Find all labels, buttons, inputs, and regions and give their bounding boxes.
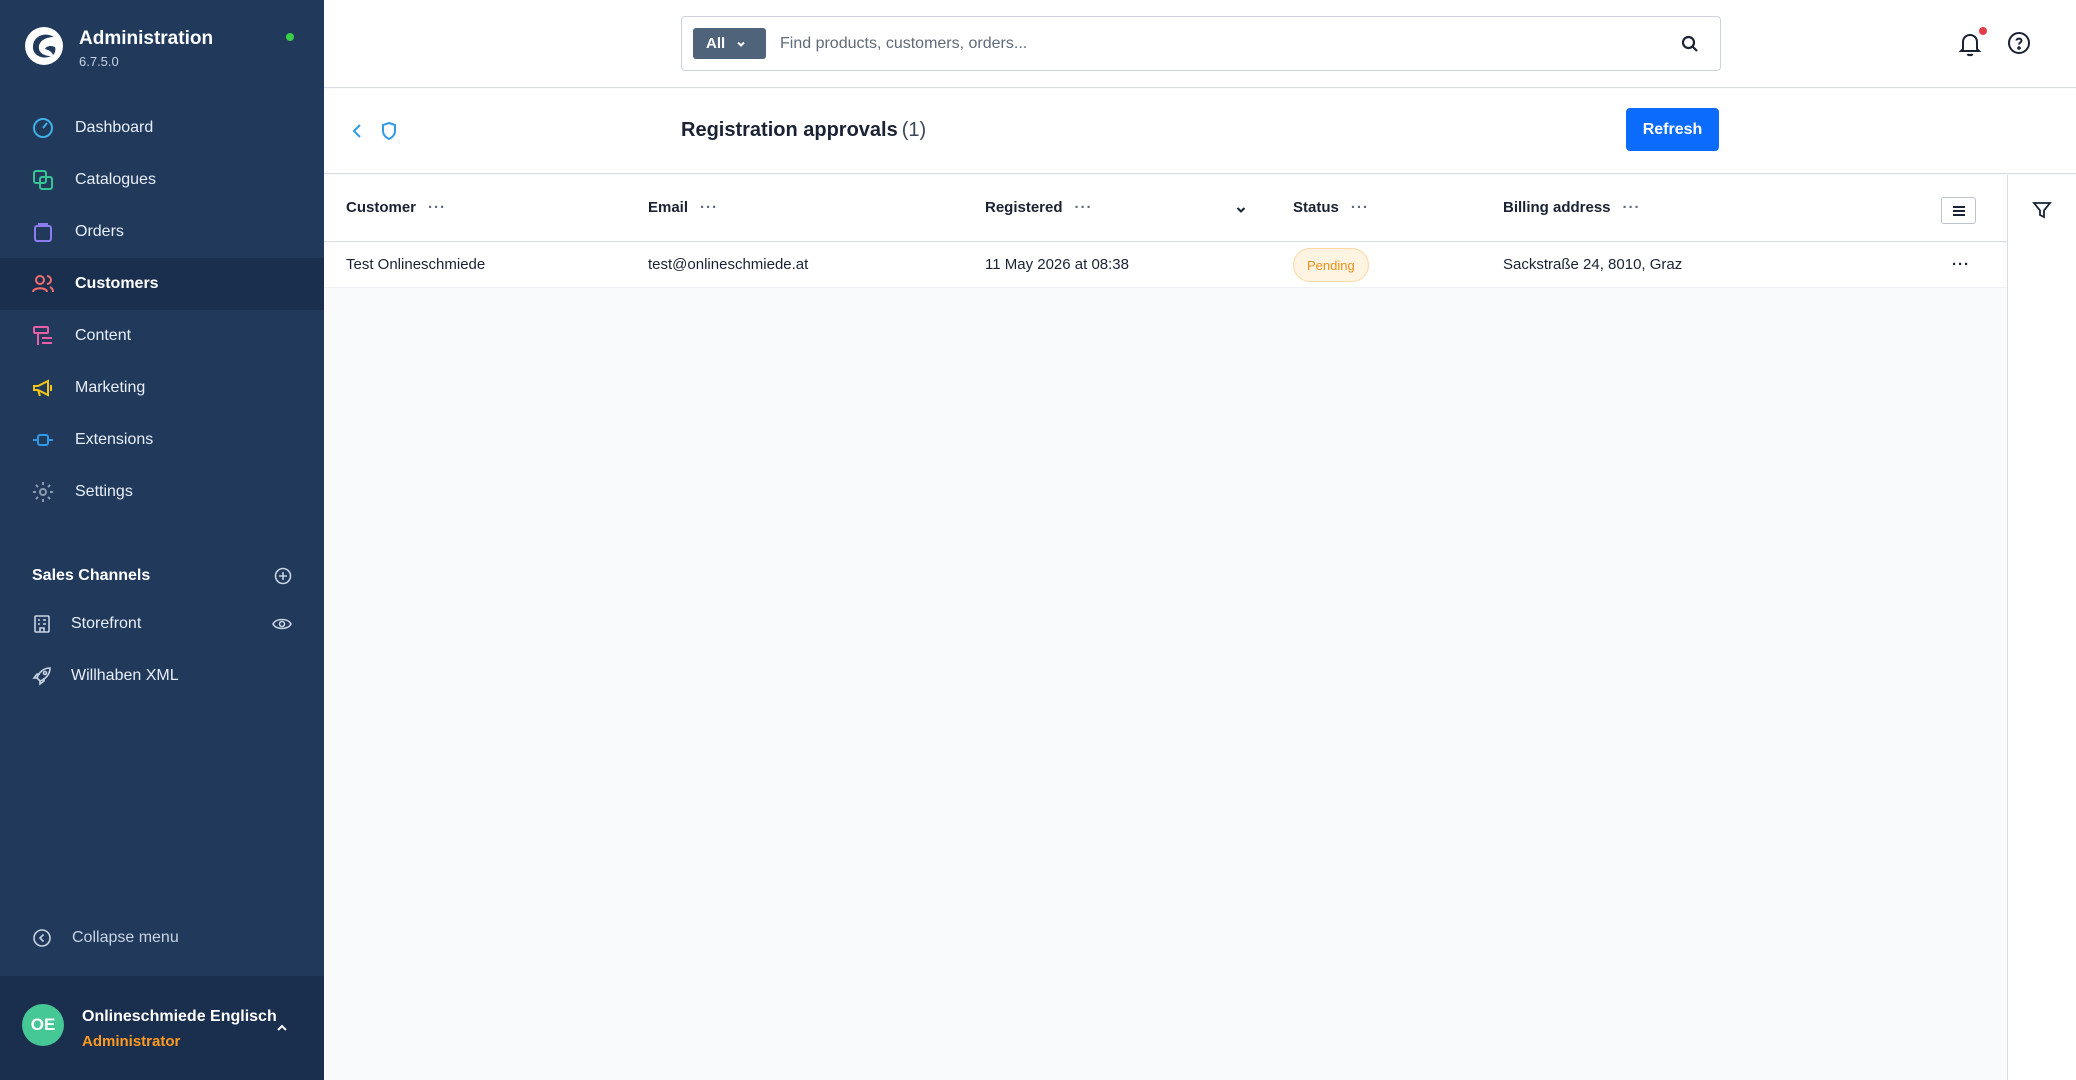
chevron-down-icon <box>737 41 745 47</box>
page-title-count: (1) <box>901 119 927 141</box>
back-arrow-icon[interactable] <box>346 119 370 143</box>
chevron-up-icon[interactable] <box>274 1020 290 1036</box>
sales-channel-storefront[interactable]: Storefront <box>0 598 324 650</box>
search-icon[interactable] <box>1680 34 1700 54</box>
table-row[interactable]: Test Onlineschmiede test@onlineschmiede.… <box>324 243 2007 288</box>
plug-icon <box>31 428 55 452</box>
status-badge: Pending <box>1293 248 1369 282</box>
eye-icon[interactable] <box>272 614 292 634</box>
user-menu[interactable]: OE Onlineschmiede Englisch Administrator <box>0 976 324 1080</box>
shopping-bag-icon <box>31 220 55 244</box>
sales-channels-title: Sales Channels <box>32 567 151 584</box>
column-options-icon[interactable]: ··· <box>1623 199 1641 216</box>
user-name: Onlineschmiede Englisch <box>82 1008 277 1025</box>
nav-item-catalogues[interactable]: Catalogues <box>0 154 324 206</box>
nav-item-customers[interactable]: Customers <box>0 258 324 310</box>
user-role: Administrator <box>82 1033 181 1050</box>
column-header-registered[interactable]: Registered ··· <box>985 199 1093 216</box>
filter-sidebar <box>2007 175 2076 1080</box>
shield-icon[interactable] <box>377 119 401 143</box>
megaphone-icon <box>31 376 55 400</box>
top-bar: All <box>324 0 2076 88</box>
page-header: Registration approvals (1) Refresh <box>324 89 2076 174</box>
sales-channel-willhaben[interactable]: Willhaben XML <box>0 650 324 702</box>
search-input[interactable] <box>780 25 1660 62</box>
users-icon <box>31 272 55 296</box>
column-settings-button[interactable] <box>1941 197 1976 224</box>
column-options-icon[interactable]: ··· <box>700 199 718 216</box>
nav-label-settings: Settings <box>75 483 133 500</box>
nav-label-extensions: Extensions <box>75 431 154 448</box>
column-label: Customer <box>346 199 417 216</box>
column-header-billing-address[interactable]: Billing address ··· <box>1503 199 1641 216</box>
nav-label-content: Content <box>75 327 132 344</box>
content-icon <box>31 324 55 348</box>
cell-customer[interactable]: Test Onlineschmiede <box>346 256 485 273</box>
collapse-menu-button[interactable]: Collapse menu <box>32 928 179 948</box>
column-label: Status <box>1293 199 1339 216</box>
search-type-label: All <box>706 35 726 52</box>
shopware-logo-icon[interactable] <box>24 26 64 66</box>
notification-badge <box>1979 27 1987 35</box>
catalogue-icon <box>31 168 55 192</box>
brand-title: Administration <box>79 28 214 49</box>
gauge-icon <box>31 116 55 140</box>
storefront-icon <box>31 613 53 635</box>
table-header: Customer ··· Email ··· Registered ··· St… <box>324 175 2007 242</box>
nav-item-content[interactable]: Content <box>0 310 324 362</box>
cell-email: test@onlineschmiede.at <box>648 256 809 273</box>
nav-label-catalogues: Catalogues <box>75 171 156 188</box>
page-title: Registration approvals (1) <box>681 119 926 142</box>
nav-label-dashboard: Dashboard <box>75 119 154 136</box>
nav-item-settings[interactable]: Settings <box>0 466 324 518</box>
main-nav: Dashboard Catalogues Orders Customers Co… <box>0 102 324 518</box>
column-label: Registered <box>985 199 1063 216</box>
help-icon[interactable] <box>2006 30 2032 56</box>
nav-label-marketing: Marketing <box>75 379 146 396</box>
search-type-select[interactable]: All <box>693 28 766 59</box>
column-options-icon[interactable]: ··· <box>428 199 446 216</box>
column-options-icon[interactable]: ··· <box>1351 199 1369 216</box>
nav-item-dashboard[interactable]: Dashboard <box>0 102 324 154</box>
gear-icon <box>31 480 55 504</box>
column-header-customer[interactable]: Customer ··· <box>346 199 446 216</box>
nav-label-orders: Orders <box>75 223 124 240</box>
filter-icon[interactable] <box>2031 199 2053 221</box>
list-icon <box>1952 205 1965 216</box>
rocket-icon <box>31 665 53 687</box>
add-sales-channel-icon[interactable] <box>274 567 292 585</box>
column-options-icon[interactable]: ··· <box>1075 199 1093 216</box>
collapse-menu-label: Collapse menu <box>72 929 179 946</box>
sales-channel-list: Storefront Willhaben XML <box>0 598 324 702</box>
column-header-status[interactable]: Status ··· <box>1293 199 1369 216</box>
column-header-email[interactable]: Email ··· <box>648 199 718 216</box>
approvals-table: Customer ··· Email ··· Registered ··· St… <box>324 175 2007 1080</box>
nav-label-customers: Customers <box>75 275 159 292</box>
sort-descending-icon[interactable] <box>1234 203 1248 217</box>
online-status-dot <box>286 33 294 41</box>
collapse-icon <box>33 929 51 947</box>
nav-item-orders[interactable]: Orders <box>0 206 324 258</box>
page-title-text: Registration approvals <box>681 119 898 141</box>
sales-channel-label: Storefront <box>71 615 142 632</box>
sidebar: Administration 6.7.5.0 Dashboard Catalog… <box>0 0 324 1080</box>
brand: Administration 6.7.5.0 <box>24 24 300 76</box>
row-actions-button[interactable]: ··· <box>1952 256 1970 273</box>
nav-item-marketing[interactable]: Marketing <box>0 362 324 414</box>
avatar: OE <box>22 1004 64 1046</box>
cell-registered: 11 May 2026 at 08:38 <box>985 256 1129 273</box>
refresh-button[interactable]: Refresh <box>1626 108 1719 151</box>
brand-version: 6.7.5.0 <box>79 54 119 69</box>
cell-billing-address: Sackstraße 24, 8010, Graz <box>1503 256 1683 273</box>
sales-channels-header: Sales Channels <box>32 564 292 588</box>
column-label: Billing address <box>1503 199 1611 216</box>
sales-channel-label: Willhaben XML <box>71 667 179 684</box>
nav-item-extensions[interactable]: Extensions <box>0 414 324 466</box>
global-search: All <box>681 16 1721 71</box>
column-label: Email <box>648 199 689 216</box>
